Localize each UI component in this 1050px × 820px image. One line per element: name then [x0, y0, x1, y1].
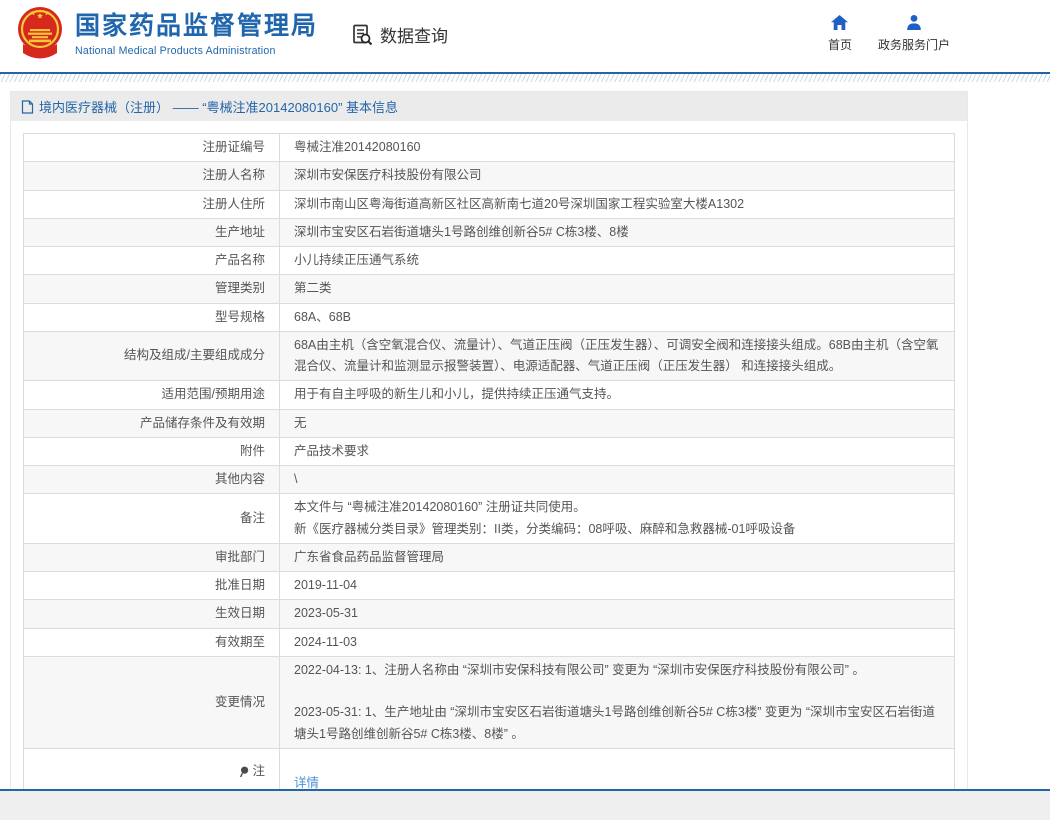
registration-info-table: 注册证编号 粤械注准20142080160 注册人名称 深圳市安保医疗科技股份有…: [23, 133, 955, 798]
doc-search-icon: [350, 23, 374, 47]
data-query-tab[interactable]: 数据查询: [350, 22, 448, 47]
row-label: 其他内容: [24, 466, 280, 494]
row-value: 2019-11-04: [280, 572, 955, 600]
user-icon: [905, 14, 923, 31]
header-divider-hatch: [0, 74, 1050, 82]
nav-item-home[interactable]: 首页: [828, 14, 852, 53]
table-row: 有效期至 2024-11-03: [24, 628, 955, 656]
row-label: 批准日期: [24, 572, 280, 600]
row-value: 广东省食品药品监督管理局: [280, 543, 955, 571]
table-row: 变更情况 2022-04-13: 1、注册人名称由 “深圳市安保科技有限公司” …: [24, 656, 955, 748]
row-label: 注册证编号: [24, 134, 280, 162]
page: 国家药品监督管理局 National Medical Products Admi…: [0, 0, 1050, 820]
row-value: 深圳市南山区粤海街道高新区社区高新南七道20号深圳国家工程实验室大楼A1302: [280, 190, 955, 218]
row-label: 备注: [24, 494, 280, 544]
table-row: 注册人住所 深圳市南山区粤海街道高新区社区高新南七道20号深圳国家工程实验室大楼…: [24, 190, 955, 218]
row-label: 审批部门: [24, 543, 280, 571]
row-value: 68A、68B: [280, 303, 955, 331]
row-label: 生产地址: [24, 218, 280, 246]
row-label: 变更情况: [24, 656, 280, 748]
note-label-text: 注: [252, 761, 265, 782]
pin-icon: [239, 766, 249, 778]
card-body: 注册证编号 粤械注准20142080160 注册人名称 深圳市安保医疗科技股份有…: [11, 121, 967, 812]
card-title-bar: 境内医疗器械（注册） —— “粤械注准20142080160” 基本信息: [11, 92, 967, 121]
row-value: 本文件与 “粤械注准20142080160” 注册证共同使用。 新《医疗器械分类…: [280, 494, 955, 544]
home-icon: [830, 14, 849, 31]
details-link[interactable]: 详情: [294, 776, 319, 790]
row-value: 粤械注准20142080160: [280, 134, 955, 162]
row-label: 附件: [24, 437, 280, 465]
row-value: 小儿持续正压通气系统: [280, 247, 955, 275]
row-value: 第二类: [280, 275, 955, 303]
row-value: 2023-05-31: [280, 600, 955, 628]
table-row: 产品储存条件及有效期 无: [24, 409, 955, 437]
row-value: 68A由主机（含空氧混合仪、流量计）、气道正压阀（正压发生器）、可调安全阀和连接…: [280, 331, 955, 381]
footer: [0, 789, 1050, 820]
brand-title: 国家药品监督管理局: [75, 13, 318, 41]
row-value: 深圳市安保医疗科技股份有限公司: [280, 162, 955, 190]
page-title: 境内医疗器械（注册） —— “粤械注准20142080160” 基本信息: [39, 97, 398, 116]
file-icon: [21, 100, 34, 114]
brand-subtitle: National Medical Products Administration: [75, 45, 318, 57]
table-row: 附件 产品技术要求: [24, 437, 955, 465]
table-row: 审批部门 广东省食品药品监督管理局: [24, 543, 955, 571]
table-row: 结构及组成/主要组成成分 68A由主机（含空氧混合仪、流量计）、气道正压阀（正压…: [24, 331, 955, 381]
data-query-label: 数据查询: [380, 22, 448, 47]
row-value: 用于有自主呼吸的新生儿和小儿，提供持续正压通气支持。: [280, 381, 955, 409]
row-label: 适用范围/预期用途: [24, 381, 280, 409]
table-row: 其他内容 \: [24, 466, 955, 494]
row-label: 生效日期: [24, 600, 280, 628]
row-value: 产品技术要求: [280, 437, 955, 465]
row-label: 管理类别: [24, 275, 280, 303]
brand-logo[interactable]: 国家药品监督管理局 National Medical Products Admi…: [14, 6, 318, 64]
row-label: 注册人名称: [24, 162, 280, 190]
row-label: 注册人住所: [24, 190, 280, 218]
row-value: 无: [280, 409, 955, 437]
row-label: 结构及组成/主要组成成分: [24, 331, 280, 381]
header-nav: 首页 政务服务门户: [828, 14, 950, 53]
row-value: \: [280, 466, 955, 494]
table-row: 管理类别 第二类: [24, 275, 955, 303]
table-row: 生产地址 深圳市宝安区石岩街道塘头1号路创维创新谷5# C栋3楼、8楼: [24, 218, 955, 246]
footer-background: [0, 791, 1050, 820]
brand-text: 国家药品监督管理局 National Medical Products Admi…: [75, 13, 318, 64]
nav-item-label: 首页: [828, 36, 852, 53]
table-row: 批准日期 2019-11-04: [24, 572, 955, 600]
row-label: 有效期至: [24, 628, 280, 656]
header: 国家药品监督管理局 National Medical Products Admi…: [0, 0, 1050, 72]
nav-item-label: 政务服务门户: [878, 36, 950, 53]
table-row: 备注 本文件与 “粤械注准20142080160” 注册证共同使用。 新《医疗器…: [24, 494, 955, 544]
row-label: 产品名称: [24, 247, 280, 275]
detail-card: 境内医疗器械（注册） —— “粤械注准20142080160” 基本信息 注册证…: [10, 91, 968, 813]
table-row: 适用范围/预期用途 用于有自主呼吸的新生儿和小儿，提供持续正压通气支持。: [24, 381, 955, 409]
nav-item-portal[interactable]: 政务服务门户: [878, 14, 950, 53]
row-value: 2022-04-13: 1、注册人名称由 “深圳市安保科技有限公司” 变更为 “…: [280, 656, 955, 748]
row-value: 深圳市宝安区石岩街道塘头1号路创维创新谷5# C栋3楼、8楼: [280, 218, 955, 246]
table-row: 注册证编号 粤械注准20142080160: [24, 134, 955, 162]
row-label: 产品储存条件及有效期: [24, 409, 280, 437]
row-label: 型号规格: [24, 303, 280, 331]
national-emblem-icon: [14, 6, 66, 64]
table-row: 产品名称 小儿持续正压通气系统: [24, 247, 955, 275]
table-row: 型号规格 68A、68B: [24, 303, 955, 331]
table-row: 注册人名称 深圳市安保医疗科技股份有限公司: [24, 162, 955, 190]
table-row: 生效日期 2023-05-31: [24, 600, 955, 628]
row-value: 2024-11-03: [280, 628, 955, 656]
